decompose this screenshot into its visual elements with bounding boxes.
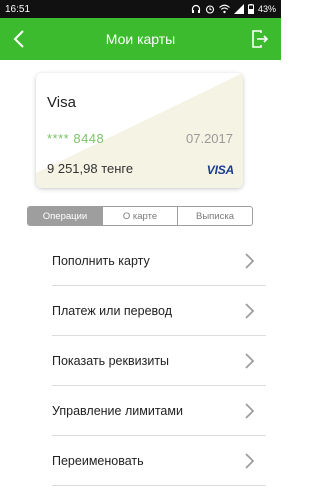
headphones-icon — [191, 4, 201, 13]
menu-item-show-details[interactable]: Показать реквизиты — [52, 336, 266, 386]
chevron-right-icon — [245, 303, 254, 319]
card-expiry: 07.2017 — [186, 131, 233, 146]
tab-operations[interactable]: Операции — [28, 207, 103, 225]
exit-icon — [252, 30, 269, 48]
card-balance: 9 251,98 тенге — [47, 161, 134, 176]
menu-item-label: Управление лимитами — [52, 403, 183, 418]
tab-about-card[interactable]: О карте — [103, 207, 178, 225]
chevron-right-icon — [245, 353, 254, 369]
chevron-right-icon — [245, 253, 254, 269]
bank-card[interactable]: Visa **** 8448 07.2017 9 251,98 тенге VI… — [36, 73, 243, 188]
alarm-icon — [205, 5, 215, 14]
segmented-tabs: Операции О карте Выписка — [27, 206, 253, 226]
status-bar: 16:51 43% — [0, 0, 281, 18]
card-name: Visa — [47, 94, 76, 111]
chevron-right-icon — [245, 453, 254, 469]
status-time: 16:51 — [5, 3, 31, 15]
menu-item-top-up[interactable]: Пополнить карту — [52, 236, 266, 286]
status-icons: 43% — [191, 4, 276, 14]
tab-statement[interactable]: Выписка — [178, 207, 252, 225]
menu-item-label: Платеж или перевод — [52, 303, 173, 318]
battery-icon — [247, 4, 254, 14]
wifi-icon — [219, 4, 230, 14]
chevron-right-icon — [245, 403, 254, 419]
app-bar: Мои карты — [0, 18, 281, 60]
menu-item-rename[interactable]: Переименовать — [52, 436, 266, 486]
operations-menu: Пополнить карту Платеж или перевод Показ… — [52, 236, 266, 486]
page-title: Мои карты — [105, 31, 176, 47]
menu-item-label: Пополнить карту — [52, 253, 150, 268]
menu-item-manage-limits[interactable]: Управление лимитами — [52, 386, 266, 436]
visa-logo: VISA — [206, 163, 234, 177]
menu-item-payment-transfer[interactable]: Платеж или перевод — [52, 286, 266, 336]
battery-percent: 43% — [257, 4, 276, 14]
chevron-left-icon — [13, 30, 24, 48]
back-button[interactable] — [6, 26, 32, 52]
menu-item-label: Переименовать — [52, 453, 144, 468]
exit-button[interactable] — [247, 26, 273, 52]
menu-item-label: Показать реквизиты — [52, 353, 170, 368]
signal-icon — [233, 4, 244, 14]
card-number: **** 8448 — [47, 131, 105, 146]
